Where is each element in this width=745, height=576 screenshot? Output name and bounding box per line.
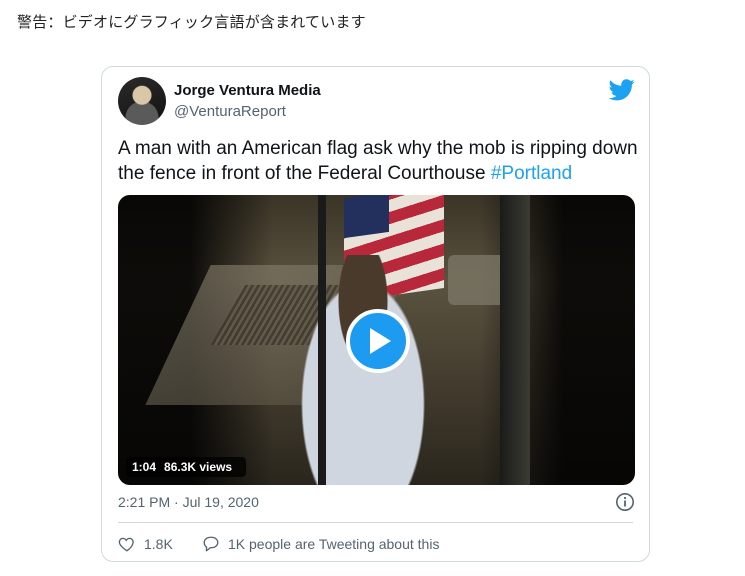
video-views: 86.3K views bbox=[164, 460, 233, 474]
graphic-content-warning: 警告：ビデオにグラフィック言語が含まれています bbox=[17, 13, 366, 31]
video-scene-fence-gate bbox=[500, 195, 530, 485]
twitter-bird-icon[interactable] bbox=[609, 79, 635, 101]
author-avatar[interactable] bbox=[118, 77, 166, 125]
video-duration: 1:04 bbox=[132, 460, 157, 474]
video-stats-badge: 1:04 86.3K views bbox=[126, 457, 247, 477]
author-handle[interactable]: @VenturaReport bbox=[174, 103, 286, 120]
play-icon bbox=[370, 328, 391, 354]
conversation-link[interactable]: 1K people are Tweeting about this bbox=[202, 535, 439, 553]
heart-icon bbox=[118, 537, 134, 552]
video-scene-bollard bbox=[448, 255, 508, 305]
like-button[interactable]: 1.8K bbox=[118, 535, 173, 553]
tweet-timestamp[interactable]: 2:21 PM · Jul 19, 2020 bbox=[118, 494, 259, 510]
tweet-text: A man with an American flag ask why the … bbox=[118, 136, 638, 186]
video-scene-fence-post bbox=[318, 195, 326, 485]
divider bbox=[118, 522, 633, 523]
video-scene-person bbox=[288, 255, 438, 485]
info-icon[interactable] bbox=[615, 492, 635, 512]
video-scene-flag-canton bbox=[344, 195, 389, 239]
author-display-name[interactable]: Jorge Ventura Media bbox=[174, 82, 321, 99]
comment-icon bbox=[203, 536, 219, 552]
conversation-label: 1K people are Tweeting about this bbox=[228, 536, 440, 552]
hashtag-link[interactable]: #Portland bbox=[491, 163, 572, 184]
embedded-tweet[interactable]: Jorge Ventura Media @VenturaReport A man… bbox=[101, 66, 650, 562]
video-player[interactable]: 1:04 86.3K views bbox=[118, 195, 635, 485]
play-button[interactable] bbox=[346, 309, 410, 373]
like-count: 1.8K bbox=[144, 536, 173, 552]
